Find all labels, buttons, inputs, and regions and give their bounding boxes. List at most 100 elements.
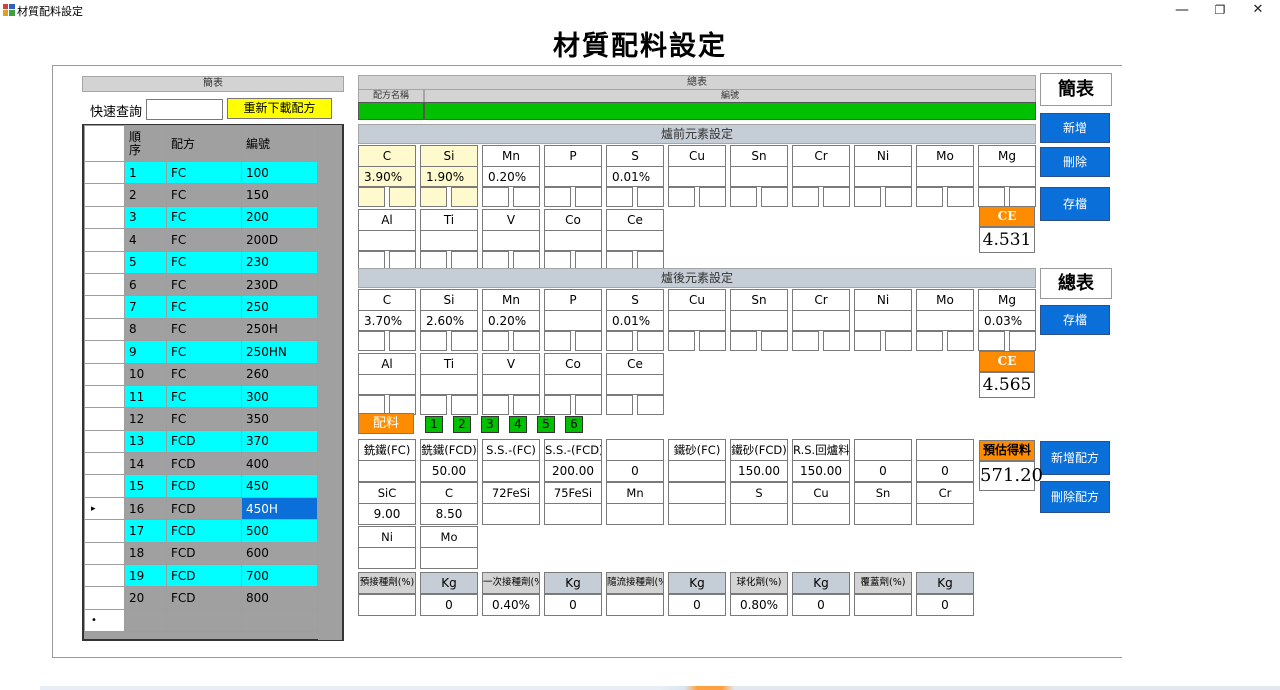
row-header[interactable] [84, 474, 125, 498]
row-header[interactable] [84, 519, 125, 543]
col-recipe-header[interactable]: 配方 [166, 125, 242, 162]
post-el-cr-max[interactable] [823, 331, 850, 351]
batch-tab-2[interactable]: 2 [453, 416, 471, 433]
batch-row1-value-2[interactable] [482, 460, 540, 482]
batch-row1-value-6[interactable]: 150.00 [730, 460, 788, 482]
table-row[interactable]: 7 FC 250 [84, 295, 318, 319]
cell-seq[interactable]: 6 [124, 272, 167, 297]
cell-recipe[interactable]: FC [166, 362, 242, 386]
cell-seq[interactable]: 13 [124, 429, 167, 454]
post-el-co-value[interactable] [544, 374, 602, 395]
cell-seq[interactable]: 8 [124, 317, 167, 342]
cell-recipe[interactable]: FCD [166, 496, 242, 521]
pre-el-mo-min[interactable] [916, 187, 943, 207]
batch-row2-value-3[interactable] [544, 503, 602, 525]
new-row-header[interactable]: • [84, 608, 125, 633]
row-header[interactable] [84, 586, 125, 610]
pre-el-sn-value[interactable] [730, 166, 788, 187]
cell-recipe[interactable]: FC [166, 205, 242, 230]
cell-seq[interactable]: 4 [124, 228, 167, 252]
table-row[interactable]: 13 FCD 370 [84, 429, 318, 454]
cell-recipe[interactable]: FCD [166, 429, 242, 454]
pre-el-ni-max[interactable] [885, 187, 912, 207]
row-header[interactable] [84, 205, 125, 230]
post-el-s-max[interactable] [637, 331, 664, 351]
cell-number[interactable]: 500 [241, 519, 318, 543]
pre-el-cr-value[interactable] [792, 166, 850, 187]
summary-view-button[interactable]: 總表 [1040, 268, 1112, 299]
pre-el-mo-max[interactable] [947, 187, 974, 207]
post-el-ti-value[interactable] [420, 374, 478, 395]
pre-el-si-value[interactable]: 1.90% [420, 166, 478, 187]
cell-recipe[interactable]: FC [166, 317, 242, 342]
cell-recipe[interactable]: FCD [166, 586, 242, 610]
post-el-ce-max[interactable] [637, 395, 664, 415]
pre-el-mg-max[interactable] [1009, 187, 1036, 207]
cell-seq[interactable]: 20 [124, 586, 167, 610]
batch-tab-3[interactable]: 3 [481, 416, 499, 433]
table-row[interactable]: 12 FC 350 [84, 407, 318, 431]
cell-recipe[interactable]: FCD [166, 452, 242, 476]
pre-el-p-value[interactable] [544, 166, 602, 187]
cell-seq[interactable]: 5 [124, 250, 167, 274]
post-el-s-min[interactable] [606, 331, 633, 351]
row-header[interactable] [84, 564, 125, 588]
cell-number[interactable]: 200D [241, 228, 318, 252]
post-el-s-value[interactable]: 0.01% [606, 310, 664, 331]
pre-el-al-value[interactable] [358, 230, 416, 251]
batch-row2-value-6[interactable] [730, 503, 788, 525]
batch-tab-1[interactable]: 1 [425, 416, 443, 433]
post-el-c-min[interactable] [358, 331, 385, 351]
cell-recipe[interactable]: FC [166, 295, 242, 319]
pre-el-mn-max[interactable] [513, 187, 540, 207]
post-el-cu-min[interactable] [668, 331, 695, 351]
batch-row4-value-0[interactable] [358, 594, 416, 616]
cell-seq[interactable]: 16 [124, 496, 167, 521]
row-header[interactable] [84, 541, 125, 566]
post-el-p-value[interactable] [544, 310, 602, 331]
new-row-cell[interactable] [166, 608, 242, 633]
row-header[interactable] [84, 295, 125, 319]
pre-el-cr-max[interactable] [823, 187, 850, 207]
pre-el-si-min[interactable] [420, 187, 447, 207]
summary-number-cell[interactable] [424, 102, 1036, 120]
cell-recipe[interactable]: FC [166, 384, 242, 409]
post-el-mn-min[interactable] [482, 331, 509, 351]
pre-el-mo-value[interactable] [916, 166, 974, 187]
post-el-c-value[interactable]: 3.70% [358, 310, 416, 331]
add-recipe-button[interactable]: 新增配方 [1040, 441, 1110, 475]
brief-view-button[interactable]: 簡表 [1040, 73, 1112, 106]
post-el-ce-value[interactable] [606, 374, 664, 395]
row-header[interactable] [84, 272, 125, 297]
cell-seq[interactable]: 18 [124, 541, 167, 566]
batch-row2-value-8[interactable] [854, 503, 912, 525]
new-row-cell[interactable] [241, 608, 318, 633]
post-el-c-max[interactable] [389, 331, 416, 351]
pre-el-cu-value[interactable] [668, 166, 726, 187]
cell-seq[interactable]: 10 [124, 362, 167, 386]
pre-el-v-value[interactable] [482, 230, 540, 251]
cell-recipe[interactable]: FC [166, 272, 242, 297]
cell-seq[interactable]: 7 [124, 295, 167, 319]
cell-number[interactable]: 350 [241, 407, 318, 431]
row-header[interactable] [84, 228, 125, 252]
batch-row1-value-1[interactable]: 50.00 [420, 460, 478, 482]
post-el-al-min[interactable] [358, 395, 385, 415]
post-el-mg-min[interactable] [978, 331, 1005, 351]
cell-seq[interactable]: 3 [124, 205, 167, 230]
row-header[interactable] [84, 160, 125, 185]
cell-number[interactable]: 450H [241, 496, 318, 521]
minimize-button[interactable]: — [1162, 0, 1202, 20]
post-el-sn-min[interactable] [730, 331, 757, 351]
cell-number[interactable]: 200 [241, 205, 318, 230]
table-row[interactable]: ▸ 16 FCD 450H [84, 496, 318, 521]
post-el-mo-value[interactable] [916, 310, 974, 331]
batch-row4-value-6[interactable]: 0.80% [730, 594, 788, 616]
summary-name-cell[interactable] [358, 102, 424, 120]
pre-el-mn-value[interactable]: 0.20% [482, 166, 540, 187]
cell-recipe[interactable]: FC [166, 250, 242, 274]
table-row[interactable]: 3 FC 200 [84, 205, 318, 230]
table-row[interactable]: 2 FC 150 [84, 183, 318, 207]
cell-number[interactable]: 230D [241, 272, 318, 297]
cell-seq[interactable]: 15 [124, 474, 167, 498]
